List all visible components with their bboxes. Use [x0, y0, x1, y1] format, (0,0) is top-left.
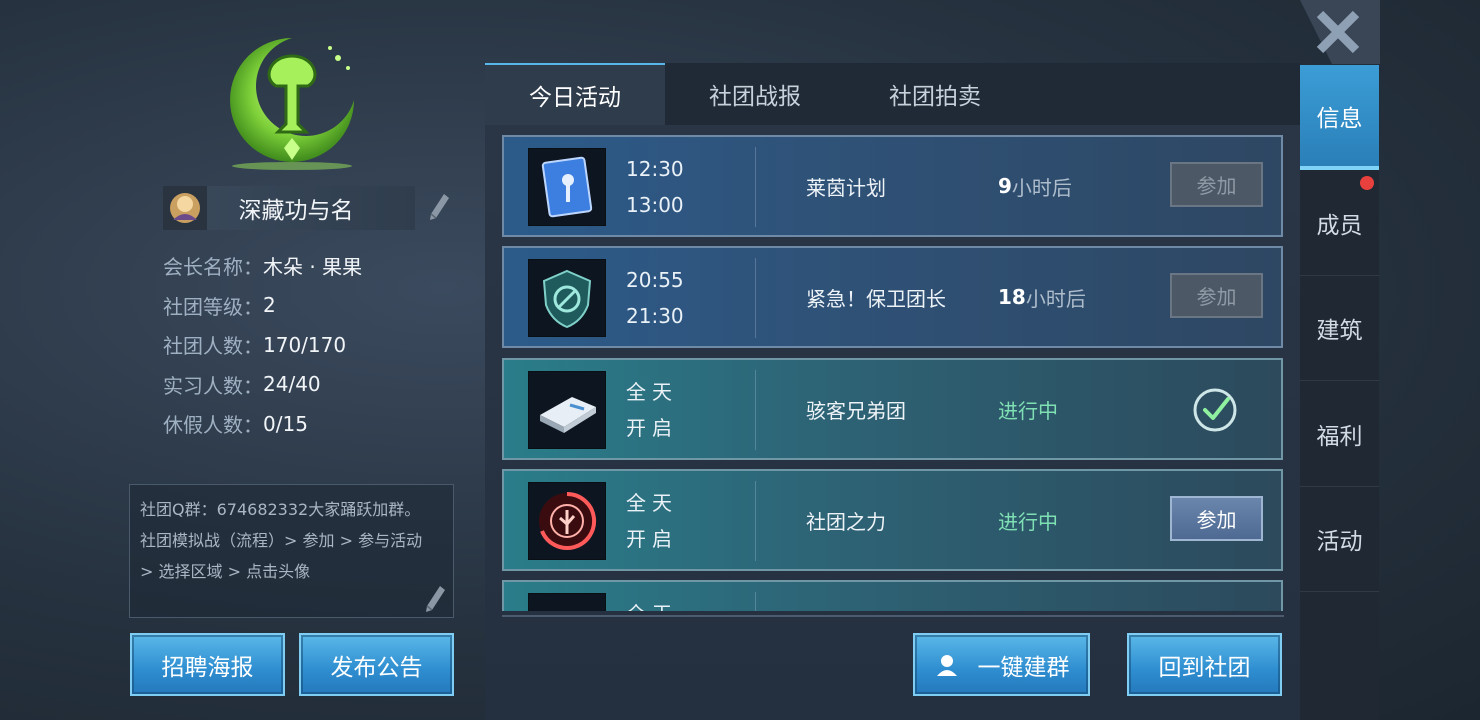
- status-number: 18: [998, 285, 1026, 309]
- activity-time: 全天: [626, 596, 678, 611]
- info-label: 实习人数：: [163, 373, 263, 398]
- create-group-label: 一键建群: [977, 654, 1070, 681]
- avatar-icon: [170, 193, 200, 223]
- info-label: 社团等级：: [163, 294, 263, 319]
- info-row-leader: 会长名称： 木朵 · 果果: [163, 246, 362, 286]
- time-end: 21:30: [626, 304, 684, 328]
- activity-row: 全天: [502, 580, 1283, 611]
- info-label: 会长名称：: [163, 255, 263, 280]
- status-unit: 小时后: [1025, 286, 1086, 311]
- activity-icon-power: [528, 482, 606, 560]
- activity-name: 社团之力: [806, 509, 886, 534]
- time-start: 全天: [626, 380, 678, 404]
- activity-time: 全天 开启: [626, 485, 678, 557]
- edit-name-pencil-icon[interactable]: [428, 192, 450, 222]
- time-end: 开启: [626, 416, 678, 440]
- activity-row: 12:30 13:00 莱茵计划 9 小时后 参加: [502, 135, 1283, 237]
- status-unit: 小时后: [1011, 175, 1072, 200]
- divider: [755, 147, 756, 227]
- info-value: 2: [263, 293, 276, 318]
- guild-emblem-icon: [230, 38, 354, 170]
- tab-guild-battle-report[interactable]: 社团战报: [665, 63, 845, 125]
- nav-item-buildings[interactable]: 建筑: [1300, 276, 1379, 381]
- info-value: 0/15: [263, 411, 308, 436]
- status-live: 进行中: [998, 398, 1058, 423]
- notice-line: 社团模拟战（流程）> 参加 > 参与活动: [140, 531, 423, 550]
- status-live: 进行中: [998, 509, 1058, 534]
- time-start: 全天: [626, 491, 678, 515]
- notice-line: 社团Q群：674682332大家踊跃加群。: [140, 500, 421, 519]
- time-start: 全天: [626, 596, 678, 611]
- publish-announcement-button[interactable]: 发布公告: [299, 633, 454, 696]
- activity-time: 12:30 13:00: [626, 151, 684, 223]
- tab-bar: 今日活动 社团战报 社团拍卖: [485, 63, 1300, 125]
- info-value: 170/170: [263, 332, 347, 357]
- join-button[interactable]: 参加: [1170, 162, 1263, 207]
- activity-icon: [528, 593, 606, 611]
- guild-power-icon: [539, 491, 597, 550]
- check-circle-icon: [1193, 388, 1237, 432]
- recruit-poster-button[interactable]: 招聘海报: [130, 633, 285, 696]
- activity-row: 20:55 21:30 紧急！保卫团长 18 小时后 参加: [502, 246, 1283, 348]
- join-button[interactable]: 参加: [1170, 496, 1263, 541]
- join-button[interactable]: 参加: [1170, 273, 1263, 318]
- divider: [755, 370, 756, 450]
- info-label: 社团人数：: [163, 334, 263, 359]
- card-icon: [541, 156, 593, 218]
- info-row-vacation: 休假人数： 0/15: [163, 404, 362, 444]
- activity-list[interactable]: 12:30 13:00 莱茵计划 9 小时后 参加 20:55 21:30 紧急…: [502, 135, 1284, 611]
- guild-info-list: 会长名称： 木朵 · 果果 社团等级： 2 社团人数： 170/170 实习人数…: [163, 246, 362, 444]
- guild-name: 深藏功与名: [238, 198, 354, 224]
- shield-icon: [542, 269, 592, 329]
- nav-item-activities[interactable]: 活动: [1300, 487, 1379, 592]
- guild-name-bar: 深藏功与名: [163, 186, 415, 230]
- side-nav: 信息 成员 建筑 福利 活动: [1300, 65, 1379, 720]
- info-row-interns: 实习人数： 24/40: [163, 365, 362, 405]
- tab-today-activities[interactable]: 今日活动: [485, 63, 665, 125]
- activity-status: 进行中: [998, 360, 1058, 458]
- time-end: 开启: [626, 527, 678, 551]
- info-row-members: 社团人数： 170/170: [163, 325, 362, 365]
- activity-time: 全天 开启: [626, 374, 678, 446]
- info-value: 木朵 · 果果: [263, 255, 363, 280]
- divider: [755, 481, 756, 561]
- divider: [755, 592, 756, 611]
- activity-row: 全天 开启 社团之力 进行中 参加: [502, 469, 1283, 571]
- activity-status: 进行中: [998, 471, 1058, 569]
- time-end: 13:00: [626, 193, 684, 217]
- nav-item-info[interactable]: 信息: [1300, 65, 1379, 170]
- divider: [755, 258, 756, 338]
- activity-status: 18 小时后: [998, 248, 1086, 346]
- nav-item-welfare[interactable]: 福利: [1300, 382, 1379, 487]
- time-start: 20:55: [626, 268, 684, 292]
- guild-notice[interactable]: 社团Q群：674682332大家踊跃加群。 社团模拟战（流程）> 参加 > 参与…: [129, 484, 454, 618]
- close-icon[interactable]: [1300, 0, 1380, 64]
- activity-time: 20:55 21:30: [626, 262, 684, 334]
- back-to-guild-button[interactable]: 回到社团: [1127, 633, 1282, 696]
- time-start: 12:30: [626, 157, 684, 181]
- group-chat-icon: [936, 654, 957, 676]
- list-bottom-border: [502, 615, 1284, 617]
- tab-guild-auction[interactable]: 社团拍卖: [845, 63, 1025, 125]
- activity-row: 全天 开启 骇客兄弟团 进行中: [502, 358, 1283, 460]
- hard-drive-icon: [540, 397, 596, 433]
- activity-icon-card: [528, 148, 606, 226]
- activity-name: 莱茵计划: [806, 175, 886, 200]
- info-label: 休假人数：: [163, 413, 263, 438]
- notice-line: > 选择区域 > 点击头像: [140, 562, 311, 581]
- activity-status: 9 小时后: [998, 137, 1072, 235]
- activity-icon-shield: [528, 259, 606, 337]
- info-row-level: 社团等级： 2: [163, 286, 362, 326]
- notification-dot: [1360, 176, 1374, 190]
- activity-name: 骇客兄弟团: [806, 398, 906, 423]
- activity-icon-drive: [528, 371, 606, 449]
- create-group-button[interactable]: 一键建群: [913, 633, 1090, 696]
- edit-notice-pencil-icon[interactable]: [424, 584, 446, 614]
- avatar[interactable]: [163, 186, 207, 230]
- info-value: 24/40: [263, 372, 321, 397]
- status-number: 9: [998, 174, 1012, 198]
- activity-name: 紧急！保卫团长: [806, 286, 946, 311]
